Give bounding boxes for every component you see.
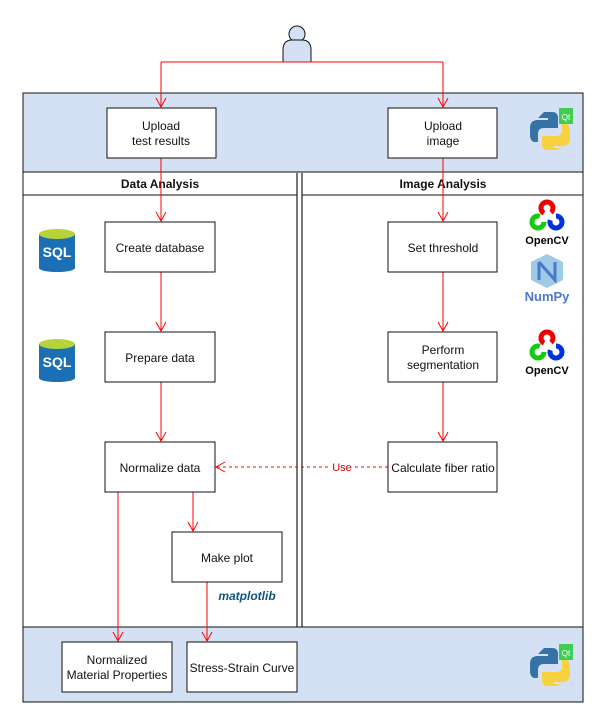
prepare-data-step[interactable]: Prepare data (104, 331, 216, 383)
svg-text:Create database: Create database (116, 241, 205, 255)
matplotlib-logo: matplotlib (218, 589, 275, 603)
svg-text:Normalized: Normalized (87, 653, 148, 667)
svg-text:Normalize data: Normalize data (120, 461, 201, 475)
svg-text:Stress-Strain Curve: Stress-Strain Curve (190, 661, 295, 675)
svg-text:Prepare data: Prepare data (125, 351, 195, 365)
workflow-diagram: Data Analysis Image Analysis Use Upload … (22, 25, 584, 703)
normalize-data-step[interactable]: Normalize data (104, 441, 216, 493)
svg-text:Make plot: Make plot (201, 551, 254, 565)
svg-text:Qt: Qt (562, 649, 571, 658)
svg-text:SQL: SQL (43, 354, 72, 370)
svg-text:OpenCV: OpenCV (525, 235, 569, 247)
svg-text:image: image (427, 134, 460, 148)
svg-text:Upload: Upload (142, 119, 180, 133)
sql-icon: SQL (39, 229, 75, 272)
svg-text:Set threshold: Set threshold (408, 241, 479, 255)
make-plot-step[interactable]: Make plot (171, 531, 283, 583)
sql-icon: SQL (39, 339, 75, 382)
svg-text:Material Properties: Material Properties (67, 668, 168, 682)
svg-text:Perform: Perform (422, 343, 465, 357)
svg-text:Upload: Upload (424, 119, 462, 133)
upload-image-step[interactable]: Upload image (387, 107, 498, 159)
normalized-material-properties-output[interactable]: Normalized Material Properties (61, 641, 173, 693)
svg-text:test results: test results (132, 134, 190, 148)
svg-text:NumPy: NumPy (525, 289, 571, 304)
svg-text:OpenCV: OpenCV (525, 365, 569, 377)
svg-text:Qt: Qt (562, 113, 571, 122)
set-threshold-step[interactable]: Set threshold (387, 221, 498, 273)
stress-strain-curve-output[interactable]: Stress-Strain Curve (186, 641, 298, 693)
upload-test-results-step[interactable]: Upload test results (106, 107, 217, 159)
calculate-fiber-ratio-step[interactable]: Calculate fiber ratio (387, 441, 498, 493)
perform-segmentation-step[interactable]: Perform segmentation (387, 331, 498, 383)
create-database-step[interactable]: Create database (104, 221, 216, 273)
svg-text:SQL: SQL (43, 244, 72, 260)
lane-title-data-analysis: Data Analysis (121, 177, 200, 191)
use-connector-label: Use (332, 462, 352, 474)
svg-text:Calculate fiber ratio: Calculate fiber ratio (391, 461, 495, 475)
user-icon (282, 25, 312, 63)
svg-text:segmentation: segmentation (407, 358, 479, 372)
